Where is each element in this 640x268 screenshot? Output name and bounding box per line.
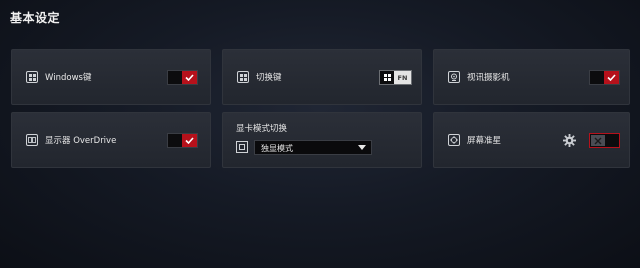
windows-key-label: Windows键 bbox=[45, 73, 92, 83]
switch-key-card: 切换键 FN bbox=[222, 49, 422, 105]
webcam-card: 视讯摄影机 bbox=[433, 49, 630, 105]
check-icon bbox=[182, 134, 197, 147]
windows-logo-icon bbox=[26, 71, 38, 83]
overdrive-toggle[interactable] bbox=[167, 133, 198, 148]
webcam-toggle[interactable] bbox=[589, 70, 620, 85]
webcam-label: 视讯摄影机 bbox=[467, 73, 510, 83]
crosshair-card: 屏幕准星 bbox=[433, 112, 630, 168]
check-icon bbox=[604, 71, 619, 84]
gpu-mode-icon bbox=[236, 141, 248, 153]
windows-logo-icon bbox=[237, 71, 249, 83]
caret-down-icon bbox=[358, 145, 366, 150]
close-icon bbox=[591, 135, 605, 146]
windows-logo-icon bbox=[380, 71, 394, 84]
gpu-mode-select[interactable]: 独显模式 bbox=[254, 140, 372, 155]
fn-label: FN bbox=[397, 73, 408, 82]
gpu-mode-card: 显卡模式切换 独显模式 bbox=[222, 112, 422, 168]
crosshair-label: 屏幕准星 bbox=[467, 136, 502, 146]
windows-fn-switch[interactable]: FN bbox=[379, 70, 412, 85]
windows-key-toggle[interactable] bbox=[167, 70, 198, 85]
crosshair-icon bbox=[448, 134, 460, 146]
gpu-mode-selected-value: 独显模式 bbox=[261, 144, 293, 153]
webcam-icon bbox=[448, 71, 460, 83]
check-icon bbox=[182, 71, 197, 84]
overdrive-card: 显示器 OverDrive bbox=[11, 112, 211, 168]
crosshair-toggle[interactable] bbox=[589, 133, 620, 148]
page-title: 基本设定 bbox=[10, 11, 61, 25]
overdrive-label: 显示器 OverDrive bbox=[45, 136, 117, 146]
gear-icon[interactable] bbox=[563, 134, 576, 147]
windows-key-card: Windows键 bbox=[11, 49, 211, 105]
gpu-mode-label: 显卡模式切换 bbox=[236, 124, 288, 134]
switch-key-label: 切换键 bbox=[256, 73, 282, 83]
overdrive-icon bbox=[26, 134, 38, 146]
